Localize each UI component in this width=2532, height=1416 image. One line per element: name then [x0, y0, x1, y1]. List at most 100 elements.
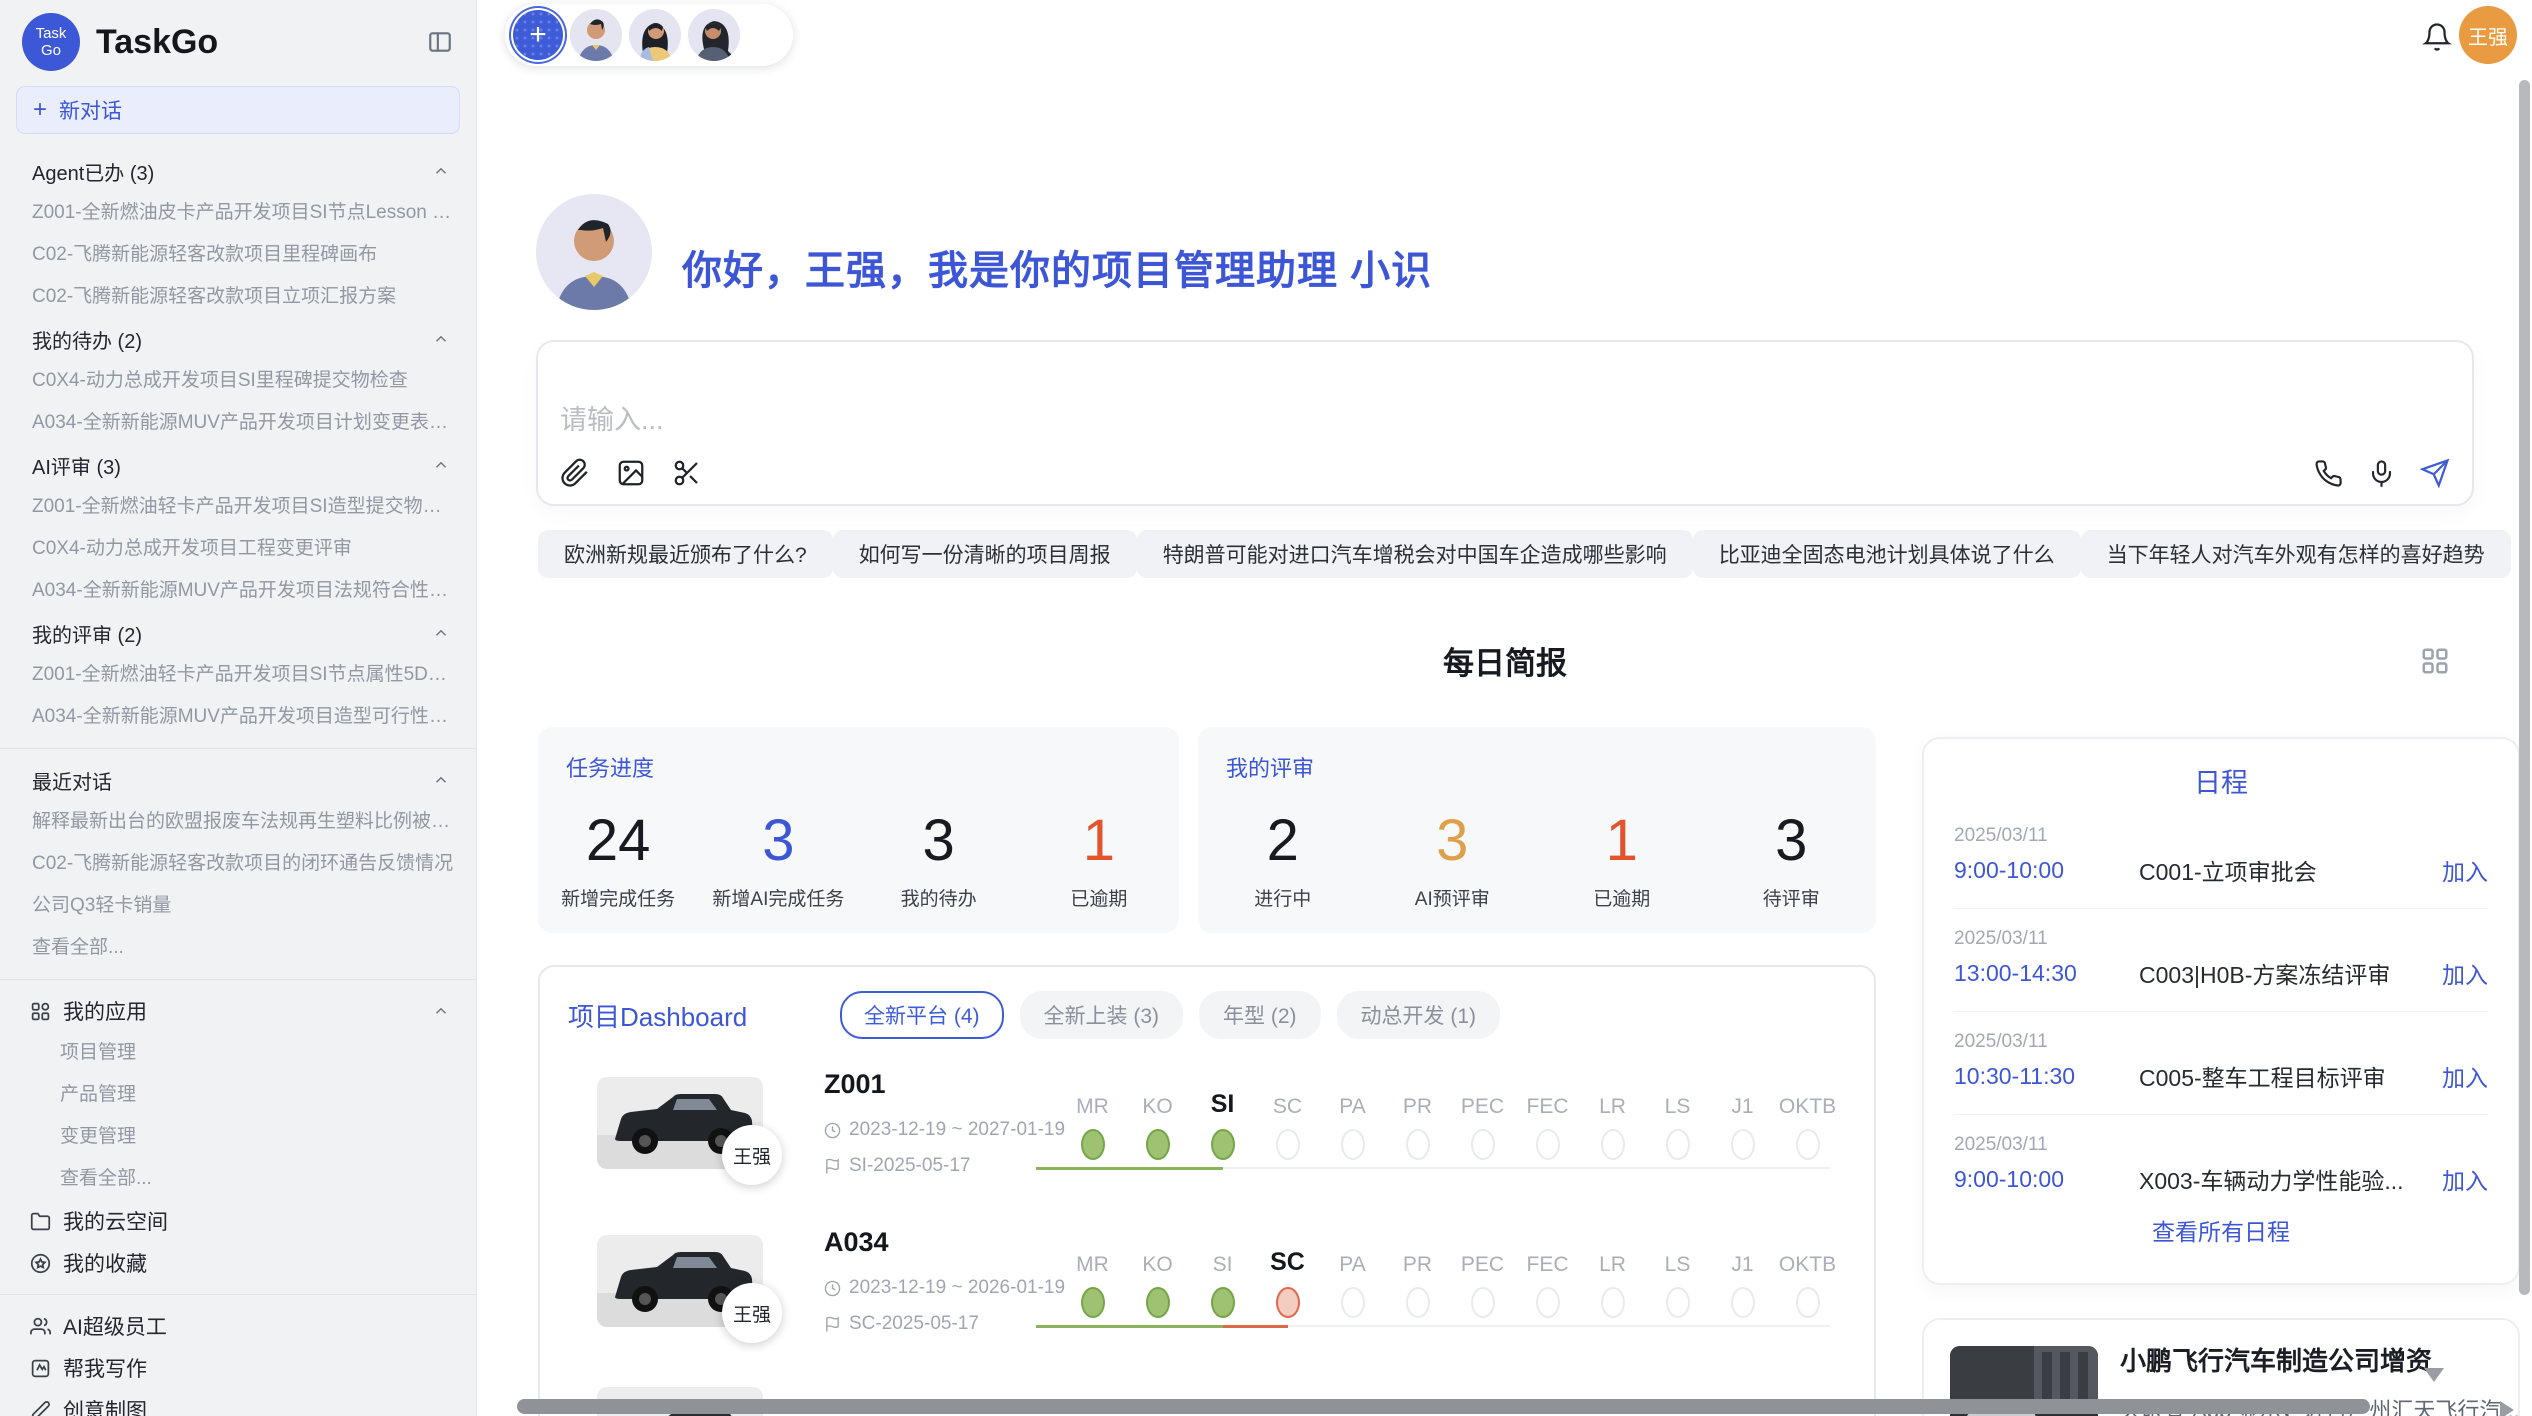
sidebar-item[interactable]: C02-飞腾新能源轻客改款项目立项汇报方案	[0, 276, 476, 318]
event-join-link[interactable]: 加入	[2442, 956, 2488, 990]
flag-icon	[824, 1316, 841, 1333]
event-name[interactable]: X003-车辆动力学性能验...	[2139, 1162, 2430, 1196]
suggestion-chip[interactable]: 特朗普可能对进口汽车增税会对中国车企造成哪些影响	[1137, 530, 1693, 578]
sidebar-section-header[interactable]: AI评审 (3)	[0, 444, 476, 486]
sidebar-section-header[interactable]: Agent已办 (3)	[0, 150, 476, 192]
sidebar-section-header[interactable]: 我的评审 (2)	[0, 612, 476, 654]
chat-input-card[interactable]: 请输入...	[536, 340, 2474, 506]
sidebar-item[interactable]: A034-全新新能源MUV产品开发项目计划变更表编写	[0, 402, 476, 444]
event-join-link[interactable]: 加入	[2442, 853, 2488, 887]
event-join-link[interactable]: 加入	[2442, 1059, 2488, 1093]
milestone: PA	[1320, 1081, 1385, 1191]
suggestion-chip[interactable]: 如何写一份清晰的项目周报	[833, 530, 1137, 578]
image-icon[interactable]	[616, 458, 646, 488]
chevron-up-icon[interactable]	[432, 162, 450, 180]
sidebar-item[interactable]: C02-飞腾新能源轻客改款项目里程碑画布	[0, 234, 476, 276]
sidebar-item[interactable]: 解释最新出台的欧盟报废车法规再生塑料比例被调至15%...	[0, 801, 476, 843]
phone-icon[interactable]	[2314, 459, 2343, 488]
stat-value: 1	[1083, 811, 1115, 872]
event-name[interactable]: C001-立项审批会	[2139, 853, 2430, 887]
milestone-label: MR	[1076, 1081, 1109, 1119]
chevron-up-icon[interactable]	[432, 330, 450, 348]
stat-label: 已逾期	[1070, 884, 1127, 911]
sidebar-scroll-area[interactable]: Agent已办 (3) Z001-全新燃油皮卡产品开发项目SI节点Lesson …	[0, 144, 476, 1416]
dashboard-filter-tab[interactable]: 动总开发 (1)	[1337, 991, 1501, 1039]
sidebar-item[interactable]: 查看全部...	[0, 927, 476, 969]
milestone-label: FEC	[1527, 1239, 1569, 1277]
scissors-icon[interactable]	[672, 458, 702, 488]
sidebar-item-help-me-write[interactable]: 帮我写作	[0, 1347, 476, 1389]
milestone-label: J1	[1731, 1081, 1753, 1119]
sidebar-app-item[interactable]: 查看全部...	[0, 1158, 476, 1200]
sidebar-app-item[interactable]: 项目管理	[0, 1032, 476, 1074]
sidebar-item-cloud-space[interactable]: 我的云空间	[0, 1200, 476, 1242]
milestone: SC	[1255, 1239, 1320, 1349]
sidebar-app-item[interactable]: 变更管理	[0, 1116, 476, 1158]
dashboard-title: 项目Dashboard	[568, 997, 747, 1034]
dashboard-filter-tab[interactable]: 全新上装 (3)	[1020, 991, 1184, 1039]
sidebar-item[interactable]: Z001-全新燃油轻卡产品开发项目SI节点属性5D文件评审	[0, 654, 476, 696]
milestone: FEC	[1515, 1081, 1580, 1191]
sidebar-section-header[interactable]: 我的待办 (2)	[0, 318, 476, 360]
sidebar-section-header[interactable]: 最近对话	[0, 759, 476, 801]
collapse-sidebar-icon[interactable]	[426, 29, 454, 55]
sidebar-item[interactable]: C0X4-动力总成开发项目SI里程碑提交物检查	[0, 360, 476, 402]
sidebar-item[interactable]: C02-飞腾新能源轻客改款项目的闭环通告反馈情况	[0, 843, 476, 885]
vertical-scrollbar-thumb[interactable]	[2519, 80, 2530, 1295]
schedule-event: 2025/03/11 9:00-10:00 X003-车辆动力学性能验... 加…	[1954, 1115, 2488, 1195]
milestone-dot	[1471, 1287, 1495, 1318]
attachment-icon[interactable]	[560, 458, 590, 488]
sidebar-item-ai-super-staff[interactable]: AI超级员工	[0, 1305, 476, 1347]
sidebar-item[interactable]: C0X4-动力总成开发项目工程变更评审	[0, 528, 476, 570]
suggestion-chip[interactable]: 比亚迪全固态电池计划具体说了什么	[1693, 530, 2081, 578]
sidebar-item[interactable]: A034-全新新能源MUV产品开发项目造型可行性评审	[0, 696, 476, 738]
project-code[interactable]: Z001	[824, 1069, 886, 1100]
add-agent-button[interactable]: +	[513, 10, 563, 60]
agent-avatar-1[interactable]	[570, 9, 622, 61]
sidebar-section: 最近对话 解释最新出台的欧盟报废车法规再生塑料比例被调至15%...C02-飞腾…	[0, 759, 476, 969]
milestone-dot	[1731, 1287, 1755, 1318]
project-code[interactable]: A034	[824, 1227, 889, 1258]
agent-avatar-2[interactable]	[629, 9, 681, 61]
scroll-right-arrow[interactable]	[2500, 1401, 2514, 1416]
users-icon	[30, 1316, 51, 1337]
sidebar-item[interactable]: Z001-全新燃油皮卡产品开发项目SI节点Lesson Learn报告	[0, 192, 476, 234]
dashboard-filter-tab[interactable]: 年型 (2)	[1199, 991, 1321, 1039]
news-title[interactable]: 小鹏飞行汽车制造公司增资	[2120, 1346, 2520, 1377]
event-time: 10:30-11:30	[1954, 1063, 2139, 1090]
sidebar-item-creative-drawing[interactable]: 创意制图	[0, 1389, 476, 1416]
view-all-schedule-link[interactable]: 查看所有日程	[1924, 1213, 2518, 1247]
agent-avatar-3[interactable]	[688, 9, 740, 61]
card-title: 任务进度	[566, 751, 654, 783]
sidebar-item[interactable]: A034-全新新能源MUV产品开发项目法规符合性评审	[0, 570, 476, 612]
chevron-up-icon[interactable]	[432, 624, 450, 642]
milestone-dot	[1081, 1287, 1105, 1318]
horizontal-scrollbar-thumb[interactable]	[517, 1399, 2370, 1414]
layout-grid-icon[interactable]	[2420, 646, 2450, 676]
scroll-down-arrow[interactable]	[2424, 1368, 2444, 1382]
microphone-icon[interactable]	[2367, 459, 2396, 488]
dashboard-filter-tab[interactable]: 全新平台 (4)	[840, 991, 1004, 1039]
divider	[0, 748, 476, 749]
user-avatar[interactable]: 王强	[2459, 6, 2517, 64]
suggestion-chip[interactable]: 欧洲新规最近颁布了什么?	[538, 530, 833, 578]
send-icon[interactable]	[2420, 458, 2450, 488]
notification-bell-icon[interactable]	[2422, 22, 2452, 52]
logo-line1: Task	[36, 25, 67, 42]
event-name[interactable]: C005-整车工程目标评审	[2139, 1059, 2430, 1093]
sidebar-item[interactable]: 公司Q3轻卡销量	[0, 885, 476, 927]
event-join-link[interactable]: 加入	[2442, 1162, 2488, 1196]
chevron-up-icon[interactable]	[432, 771, 450, 789]
my-review-card: 我的评审 2 进行中 3 AI预评审 1 已逾期 3 待评审	[1198, 727, 1876, 933]
chevron-up-icon[interactable]	[432, 456, 450, 474]
milestone-dot	[1276, 1129, 1300, 1160]
sidebar-app-item[interactable]: 产品管理	[0, 1074, 476, 1116]
chevron-up-icon[interactable]	[432, 1002, 450, 1020]
suggestion-chip[interactable]: 当下年轻人对汽车外观有怎样的喜好趋势	[2081, 530, 2511, 578]
event-name[interactable]: C003|H0B-方案冻结评审	[2139, 956, 2430, 990]
sidebar-item-favorites[interactable]: 我的收藏	[0, 1242, 476, 1284]
stat-label: 新增AI完成任务	[712, 884, 844, 911]
sidebar-item[interactable]: Z001-全新燃油轻卡产品开发项目SI造型提交物评审	[0, 486, 476, 528]
new-chat-button[interactable]: + 新对话	[16, 86, 460, 134]
sidebar-item-my-apps[interactable]: 我的应用	[0, 990, 476, 1032]
